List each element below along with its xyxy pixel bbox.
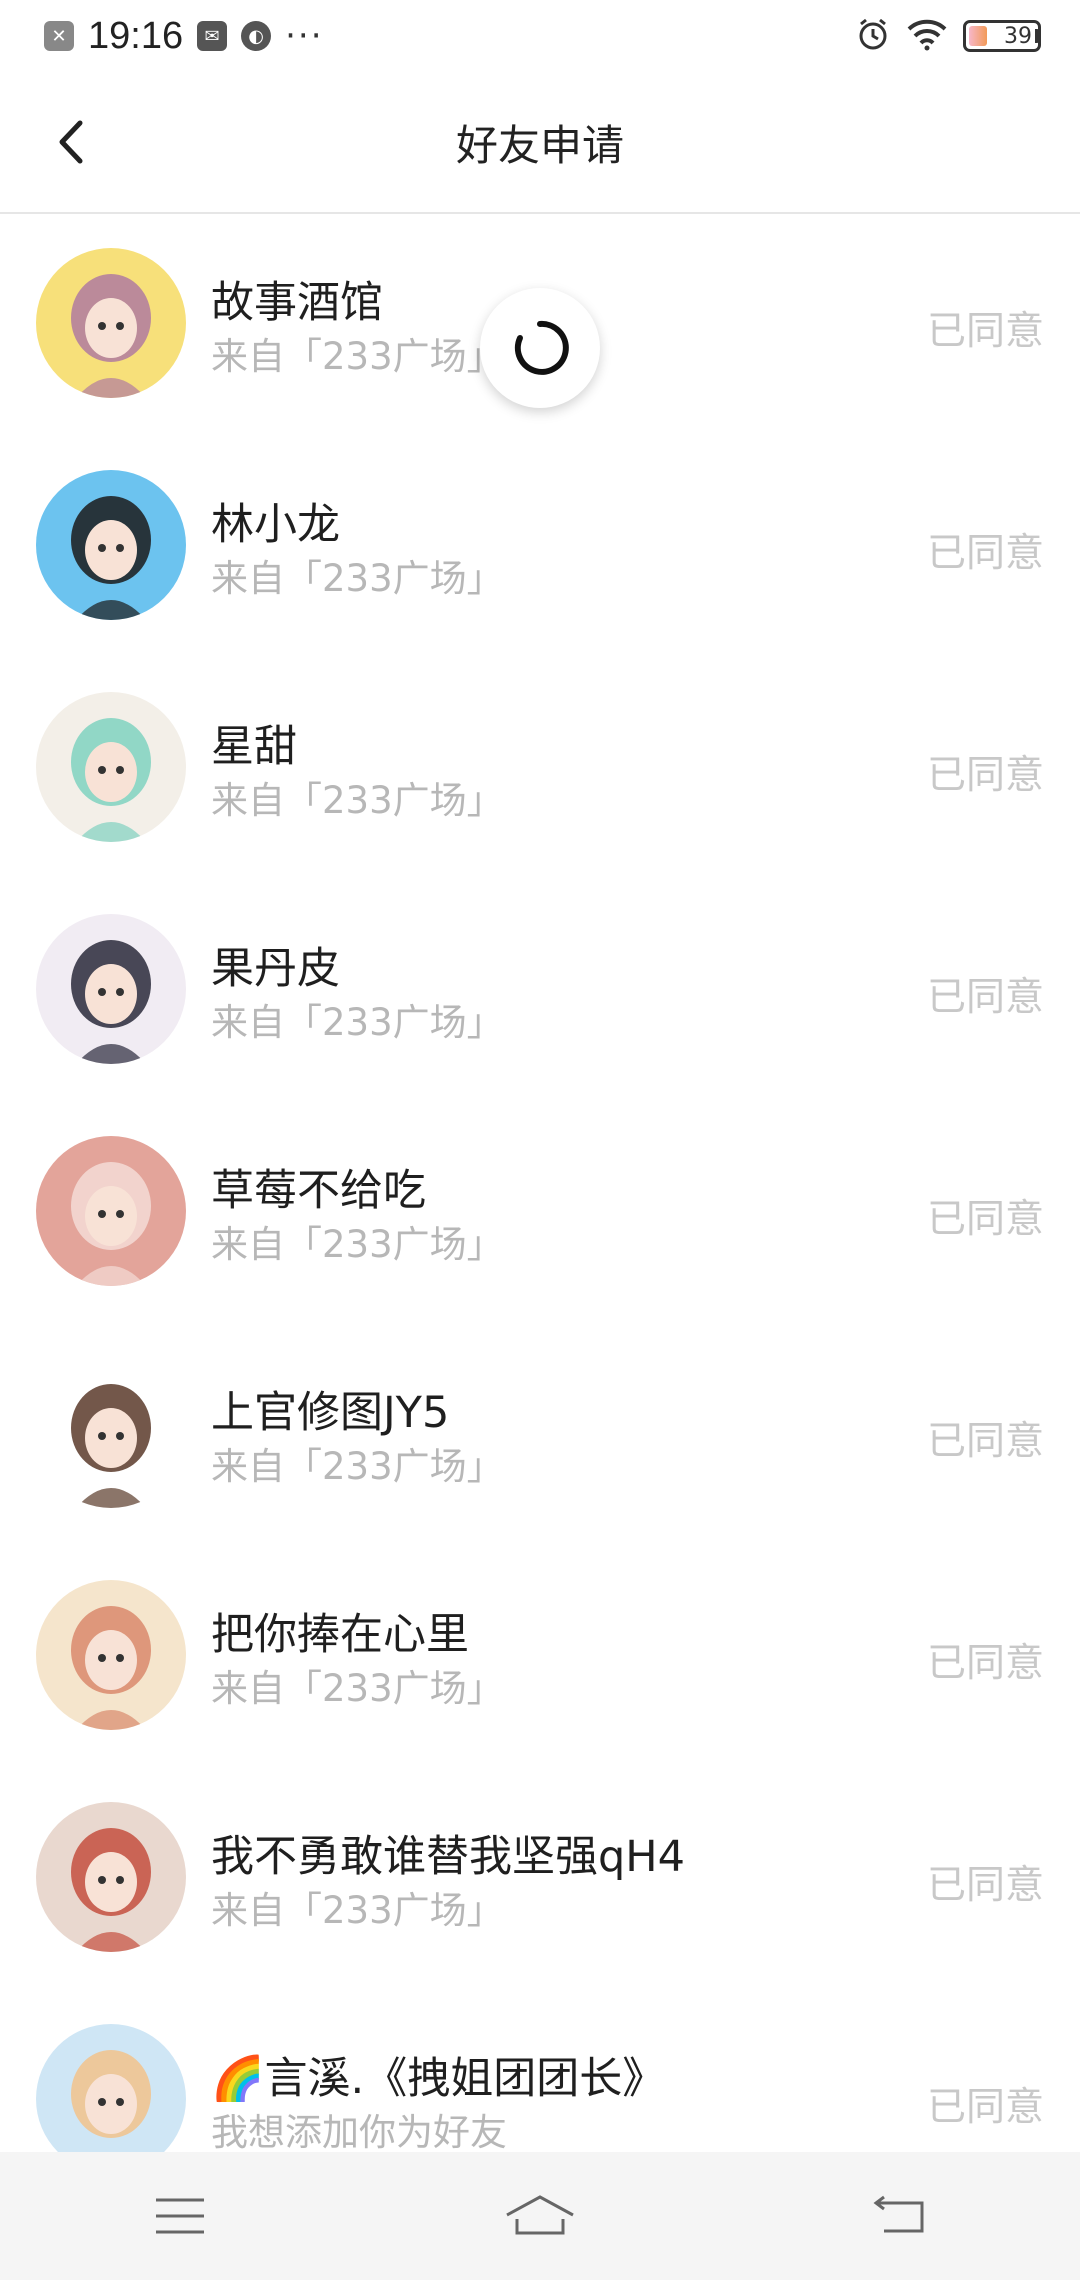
battery-icon: 39	[963, 20, 1041, 52]
friend-request-item[interactable]: 我不勇敢谁替我坚强qH4 来自「233广场」 已同意	[0, 1768, 1080, 1990]
avatar[interactable]	[36, 2024, 186, 2152]
friend-request-item[interactable]: 星甜来自「233广场」 已同意	[0, 658, 1080, 880]
friend-request-item[interactable]: 上官修图JY5 来自「233广场」 已同意	[0, 1324, 1080, 1546]
request-source: 来自「233广场」	[211, 1223, 504, 1266]
request-name: 🌈言溪.《拽姐团团长》	[211, 2054, 666, 2104]
status-time: 19:16	[88, 14, 184, 57]
friend-requests-screen: ✕ 19:16 ✉ ◐ ··· 39 好友申请 故事酒馆 来自「233广场」 已…	[0, 0, 1080, 2280]
avatar[interactable]	[36, 1580, 186, 1730]
request-status: 已同意	[926, 1641, 1044, 1686]
request-name: 果丹皮	[211, 944, 340, 994]
loading-spinner	[480, 288, 600, 408]
friend-request-item[interactable]: 林小龙来自「233广场」 已同意	[0, 436, 1080, 658]
avatar[interactable]	[36, 914, 186, 1064]
request-status: 已同意	[926, 531, 1044, 576]
home-icon	[506, 2195, 574, 2235]
avatar[interactable]	[36, 1136, 186, 1286]
avatar[interactable]	[36, 1358, 186, 1508]
request-source: 来自「233广场」	[211, 335, 504, 378]
more-notifications: ···	[285, 16, 324, 56]
request-name: 把你捧在心里	[211, 1610, 469, 1660]
menu-icon	[156, 2198, 204, 2234]
request-source: 来自「233广场」	[211, 779, 504, 822]
request-status: 已同意	[926, 1419, 1044, 1464]
request-status: 已同意	[926, 975, 1044, 1020]
friend-request-item[interactable]: 果丹皮来自「233广场」 已同意	[0, 880, 1080, 1102]
request-name: 星甜	[211, 722, 297, 772]
status-bar: ✕ 19:16 ✉ ◐ ··· 39	[0, 0, 1080, 72]
request-status: 已同意	[926, 309, 1044, 354]
back-icon	[873, 2195, 924, 2233]
request-source: 来自「233广场」	[211, 1889, 504, 1932]
avatar[interactable]	[36, 692, 186, 842]
request-name: 林小龙	[211, 500, 340, 550]
friend-request-item[interactable]: 🌈言溪.《拽姐团团长》我想添加你为好友 已同意	[0, 1990, 1080, 2152]
request-status: 已同意	[926, 1197, 1044, 1242]
request-source: 来自「233广场」	[211, 1001, 504, 1044]
system-nav-bar	[0, 2152, 1080, 2280]
message-icon: ✉	[197, 21, 228, 51]
request-source: 来自「233广场」	[211, 1667, 504, 1710]
close-box-icon: ✕	[44, 21, 74, 51]
friend-request-list: 故事酒馆 来自「233广场」 已同意 林小龙 来自「233广场」 已同意 星甜 来自「233广…	[0, 214, 1080, 2152]
header: 好友申请	[0, 72, 1080, 214]
battery-level: 39	[1004, 23, 1032, 49]
request-status: 已同意	[926, 753, 1044, 798]
battery-indicator: 39	[963, 20, 1041, 52]
friend-request-item[interactable]: 草莓不给吃来自「233广场」 已同意	[0, 1102, 1080, 1324]
back-button[interactable]	[42, 112, 102, 172]
spinner-icon	[514, 320, 569, 375]
request-source: 来自「233广场」	[211, 557, 504, 600]
avatar[interactable]	[36, 1802, 186, 1952]
request-name: 上官修图JY5	[211, 1388, 450, 1438]
home-button[interactable]	[480, 2166, 600, 2266]
request-source: 来自「233广场」	[211, 1445, 504, 1488]
request-name: 我不勇敢谁替我坚强qH4	[211, 1832, 685, 1882]
alarm-icon	[855, 16, 891, 56]
wifi-icon	[905, 17, 949, 55]
page-title: 好友申请	[455, 120, 624, 170]
chevron-left-icon	[59, 120, 83, 164]
request-source: 我想添加你为好友	[211, 2111, 507, 2152]
back-nav-button[interactable]	[840, 2166, 960, 2266]
status-bar-right: 39	[855, 16, 1041, 56]
request-status: 已同意	[926, 2085, 1044, 2130]
request-name: 草莓不给吃	[211, 1166, 426, 1216]
request-status: 已同意	[926, 1863, 1044, 1908]
planet-icon: ◐	[241, 21, 272, 51]
status-bar-left: ✕ 19:16 ✉ ◐ ···	[44, 15, 324, 58]
avatar[interactable]	[36, 248, 186, 398]
menu-button[interactable]	[120, 2166, 240, 2266]
request-name: 故事酒馆	[211, 278, 383, 328]
friend-request-item[interactable]: 把你捧在心里来自「233广场」 已同意	[0, 1546, 1080, 1768]
avatar[interactable]	[36, 470, 186, 620]
